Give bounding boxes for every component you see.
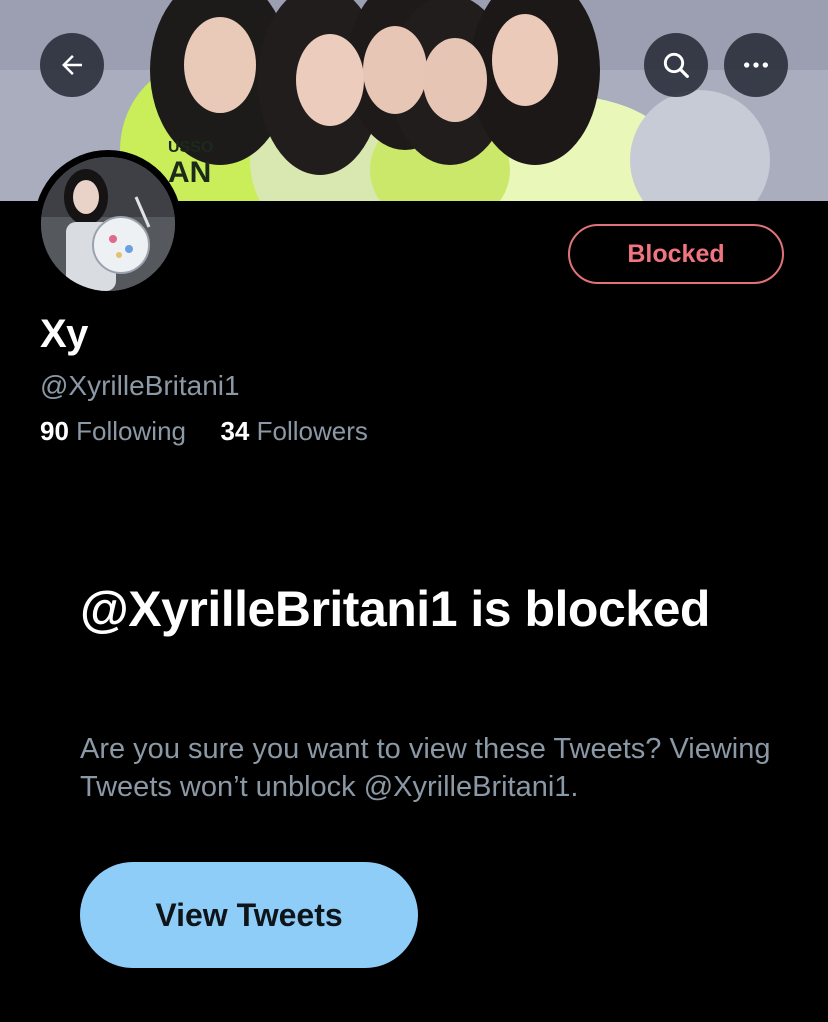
followers-count: 34 <box>220 416 250 446</box>
following-label: Following <box>76 416 186 446</box>
view-tweets-button[interactable]: View Tweets <box>80 862 418 968</box>
avatar-photo <box>41 157 175 291</box>
search-button[interactable] <box>644 33 708 97</box>
search-icon <box>663 52 689 78</box>
avatar[interactable] <box>34 150 182 298</box>
more-horizontal-icon <box>744 62 768 68</box>
arrow-left-icon <box>62 55 82 75</box>
following-link[interactable]: 90 Following <box>40 416 193 446</box>
blocked-description: Are you sure you want to view these Twee… <box>80 733 771 803</box>
profile-handle: @XyrilleBritani1 <box>40 370 240 401</box>
followers-label: Followers <box>256 416 368 446</box>
blocked-button[interactable]: Blocked <box>568 224 784 284</box>
back-button[interactable] <box>40 33 104 97</box>
followers-link[interactable]: 34 Followers <box>220 416 367 446</box>
profile-stats: 90 Following 34 Followers <box>40 416 368 447</box>
svg-text:AN: AN <box>168 156 211 189</box>
svg-text:USSO: USSO <box>168 139 213 156</box>
more-button[interactable] <box>724 33 788 97</box>
profile-name: Xy <box>40 312 88 356</box>
following-count: 90 <box>40 416 69 446</box>
blocked-title: @XyrilleBritani1 is blocked <box>80 581 710 637</box>
